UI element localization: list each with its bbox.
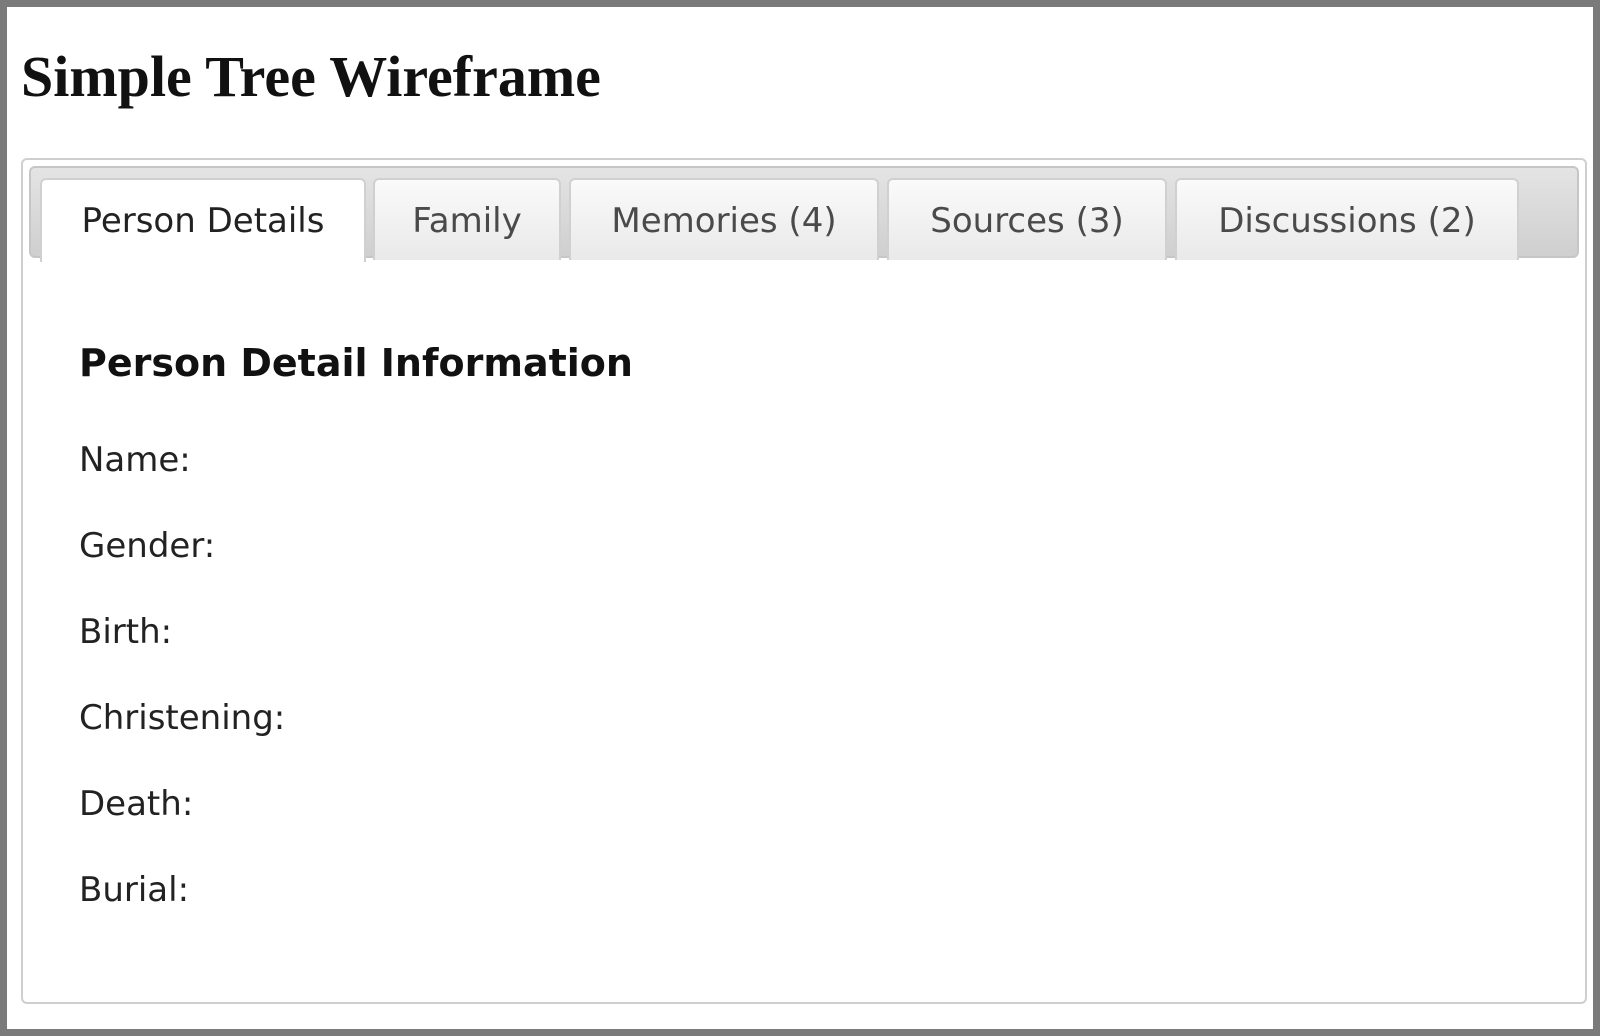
field-label-burial: Burial: — [79, 870, 190, 910]
page-title: Simple Tree Wireframe — [21, 44, 601, 109]
person-details-content: Person Detail Information Name: Gender: … — [79, 328, 1545, 910]
window-frame: Simple Tree Wireframe Person Details Fam… — [0, 0, 1600, 1036]
field-label-name: Name: — [79, 440, 191, 480]
tab-bar: Person Details Family Memories (4) Sourc… — [29, 166, 1579, 262]
field-label-birth: Birth: — [79, 612, 173, 652]
tab-family[interactable]: Family — [373, 178, 561, 260]
tab-person-details[interactable]: Person Details — [40, 178, 366, 262]
field-label-christening: Christening: — [79, 698, 286, 738]
tab-panel-container: Person Details Family Memories (4) Sourc… — [21, 158, 1587, 1004]
section-heading: Person Detail Information — [79, 341, 633, 385]
tab-sources[interactable]: Sources (3) — [887, 178, 1167, 260]
field-label-gender: Gender: — [79, 526, 216, 566]
tab-memories[interactable]: Memories (4) — [569, 178, 879, 260]
tab-discussions[interactable]: Discussions (2) — [1175, 178, 1519, 260]
field-label-death: Death: — [79, 784, 194, 824]
